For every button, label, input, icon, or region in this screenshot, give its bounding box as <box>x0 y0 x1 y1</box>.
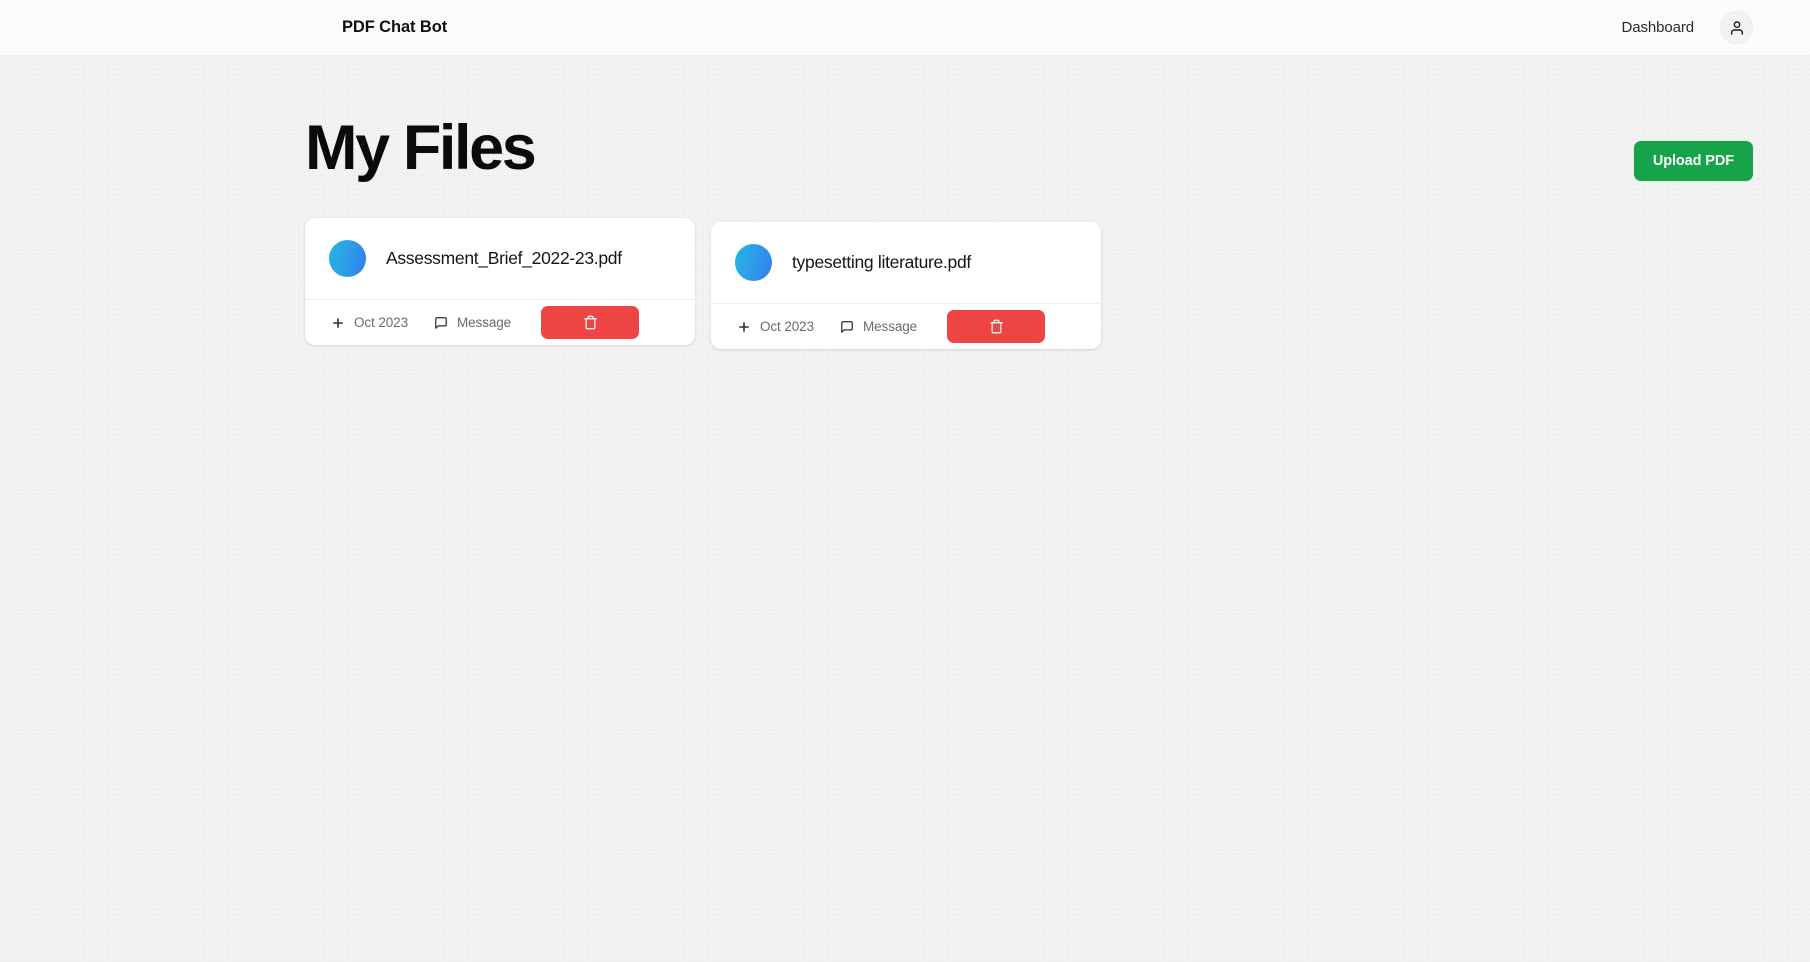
message-action[interactable]: Message <box>434 315 511 330</box>
trash-icon <box>989 319 1004 334</box>
file-card-footer: Oct 2023 Message <box>305 299 695 345</box>
file-name: Assessment_Brief_2022-23.pdf <box>386 248 622 268</box>
message-label: Message <box>863 319 918 334</box>
file-date-label: Oct 2023 <box>760 319 814 334</box>
message-icon <box>840 320 854 334</box>
nav-link-dashboard[interactable]: Dashboard <box>1622 19 1695 36</box>
delete-file-button[interactable] <box>541 306 640 339</box>
pdf-avatar-circle-icon <box>329 240 366 277</box>
trash-icon <box>583 315 598 330</box>
plus-icon <box>331 316 345 330</box>
file-card-header[interactable]: typesetting literature.pdf <box>711 222 1101 303</box>
pdf-avatar-circle-icon <box>735 244 772 281</box>
file-card-grid: Assessment_Brief_2022-23.pdf Oct 2023 Me… <box>305 218 1753 349</box>
avatar[interactable] <box>1720 11 1753 44</box>
message-icon <box>434 316 448 330</box>
file-card-header[interactable]: Assessment_Brief_2022-23.pdf <box>305 218 695 299</box>
upload-pdf-button[interactable]: Upload PDF <box>1633 141 1753 181</box>
message-action[interactable]: Message <box>840 319 917 334</box>
message-label: Message <box>457 315 512 330</box>
main-content: My Files Upload PDF Assessment_Brief_202… <box>0 55 1810 349</box>
navbar-inner: PDF Chat Bot Dashboard <box>0 11 1810 44</box>
top-navbar: PDF Chat Bot Dashboard <box>0 0 1810 55</box>
file-date-label: Oct 2023 <box>354 315 408 330</box>
file-date[interactable]: Oct 2023 <box>331 315 408 330</box>
plus-icon <box>737 320 751 334</box>
page-title: My Files <box>305 113 537 183</box>
delete-file-button[interactable] <box>947 310 1046 343</box>
file-card[interactable]: typesetting literature.pdf Oct 2023 Mess… <box>711 222 1101 349</box>
file-card-footer: Oct 2023 Message <box>711 303 1101 349</box>
file-date[interactable]: Oct 2023 <box>737 319 814 334</box>
page-header-row: My Files Upload PDF <box>305 55 1753 181</box>
file-name: typesetting literature.pdf <box>792 252 971 272</box>
navbar-right-section: Dashboard <box>1622 11 1753 44</box>
user-icon <box>1729 20 1745 36</box>
file-card[interactable]: Assessment_Brief_2022-23.pdf Oct 2023 Me… <box>305 218 695 345</box>
brand-logo[interactable]: PDF Chat Bot <box>342 18 447 37</box>
